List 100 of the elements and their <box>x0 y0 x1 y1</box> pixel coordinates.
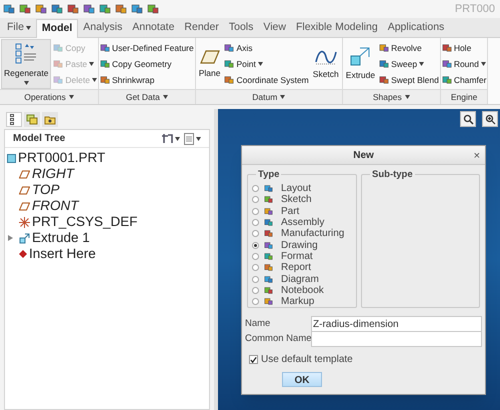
type-radio[interactable]: Markup <box>252 296 352 308</box>
expand-arrow-icon[interactable] <box>8 235 13 241</box>
radio-button[interactable] <box>252 196 259 204</box>
folder-tab-icon[interactable] <box>42 112 58 127</box>
ribbon-button[interactable]: Plane <box>196 39 222 89</box>
type-radio[interactable]: Format <box>252 250 352 262</box>
radio-button[interactable] <box>252 242 259 249</box>
tree-item[interactable]: Extrude 1 <box>5 230 209 246</box>
feature-icon <box>442 59 452 69</box>
feature-icon <box>53 43 64 53</box>
ribbon-tab[interactable]: Render <box>179 18 224 37</box>
radio-button[interactable] <box>252 252 259 260</box>
file-type-icon <box>264 218 273 228</box>
tree-label: Insert Here <box>29 246 96 262</box>
tree-item[interactable]: FRONT <box>5 198 209 214</box>
ribbon-tab[interactable]: Annotate <box>127 18 180 37</box>
tree-item[interactable]: Insert Here <box>5 246 209 262</box>
ribbon-button[interactable]: Swept Blend <box>379 72 439 88</box>
toolbar-icon <box>83 3 95 15</box>
type-radio[interactable]: Diagram <box>252 273 352 285</box>
ribbon-tab[interactable]: Applications <box>382 18 450 37</box>
ribbon-button[interactable]: Shrinkwrap <box>100 72 194 88</box>
panel-title: Model Tree <box>13 132 66 146</box>
group-label[interactable]: Engine <box>440 89 488 104</box>
feature-icon <box>224 43 234 53</box>
file-type-icon <box>264 286 273 295</box>
regenerate-icon <box>14 43 38 65</box>
radio-button[interactable] <box>252 298 259 306</box>
group-label[interactable]: Shapes <box>342 89 440 104</box>
ribbon-button[interactable]: Extrude <box>344 39 378 89</box>
ribbon-button[interactable]: Axis <box>224 40 309 56</box>
ribbon-tab[interactable]: File <box>2 18 36 37</box>
tree-item[interactable]: PRT_CSYS_DEF <box>5 214 209 230</box>
ok-button[interactable]: OK <box>282 372 322 387</box>
radio-button[interactable] <box>252 230 259 238</box>
toolbar-icon <box>51 3 63 15</box>
tree-item[interactable]: RIGHT <box>5 166 209 182</box>
ribbon-tab[interactable]: View <box>258 18 291 37</box>
type-radio[interactable]: Report <box>252 262 352 274</box>
group-label[interactable]: Datum <box>196 89 342 104</box>
ribbon-button[interactable]: Copy Geometry <box>100 56 194 72</box>
toolbar-icon <box>131 3 143 15</box>
type-radio[interactable]: Sketch <box>252 194 352 206</box>
radio-button[interactable] <box>252 208 259 215</box>
group-label[interactable]: Operations <box>0 89 98 104</box>
type-radio[interactable]: Assembly <box>252 216 352 228</box>
ribbon-tab[interactable]: Flexible Modeling <box>290 18 383 37</box>
ribbon-tab[interactable]: Analysis <box>78 18 128 37</box>
checkbox[interactable] <box>249 355 258 364</box>
ribbon-button[interactable]: Regenerate <box>1 39 52 89</box>
type-radio[interactable]: Part <box>252 206 352 217</box>
caret-icon <box>68 95 74 99</box>
ribbon-tab[interactable]: Tools <box>224 18 258 37</box>
type-radio[interactable]: Drawing <box>252 239 352 251</box>
radio-button[interactable] <box>252 286 259 294</box>
file-type-icon <box>264 195 273 204</box>
toolbar-icon <box>19 3 31 15</box>
feature-icon <box>100 75 110 85</box>
common-name-field[interactable] <box>311 331 482 347</box>
ribbon-button[interactable]: Sweep <box>379 56 439 72</box>
zoom-icon[interactable] <box>460 111 476 127</box>
type-radio[interactable]: Layout <box>252 183 352 194</box>
zoom-icon[interactable] <box>482 111 498 127</box>
tree-tab-icon[interactable] <box>6 112 22 127</box>
type-radio[interactable]: Manufacturing <box>252 228 352 240</box>
ribbon-button[interactable]: User-Defined Feature <box>100 40 194 56</box>
tree-label: FRONT <box>32 198 78 214</box>
ribbon-button[interactable]: Revolve <box>379 40 439 56</box>
feature-icon <box>100 59 110 69</box>
insert-icon <box>19 250 27 258</box>
toolbar-icon <box>99 3 111 15</box>
feature-icon <box>224 75 234 85</box>
tree-item[interactable]: TOP <box>5 182 209 198</box>
file-type-icon <box>264 274 273 284</box>
toolbar-icon <box>3 3 15 15</box>
radio-button[interactable] <box>252 219 259 226</box>
radio-button[interactable] <box>252 264 259 272</box>
caret-icon <box>162 95 168 99</box>
ribbon-button[interactable]: Sketch <box>310 39 341 89</box>
type-radio[interactable]: Notebook <box>252 284 352 296</box>
ribbon-button[interactable]: Chamfer <box>442 72 486 88</box>
tree-item[interactable]: PRT0001.PRT <box>5 150 209 166</box>
default-template-checkbox[interactable]: Use default template <box>242 352 485 367</box>
close-button[interactable]: × <box>474 148 480 164</box>
ribbon-button[interactable]: Round <box>442 56 486 72</box>
group-label[interactable]: Get Data <box>99 89 195 104</box>
radio-button[interactable] <box>252 276 259 283</box>
caret-icon <box>404 95 410 99</box>
ribbon-button[interactable]: Coordinate System <box>224 72 309 88</box>
feature-icon <box>53 75 64 85</box>
ribbon-button[interactable]: Hole <box>442 40 486 56</box>
plane-icon <box>200 49 220 65</box>
ribbon-tab[interactable]: Model <box>36 19 78 38</box>
field-label: Name <box>245 316 272 331</box>
name-field[interactable]: Z-radius-dimension <box>311 316 482 332</box>
layers-tab-icon[interactable] <box>24 112 40 127</box>
file-type-icon <box>264 240 273 250</box>
feature-icon <box>379 43 390 53</box>
radio-button[interactable] <box>252 185 259 192</box>
ribbon-button[interactable]: Point <box>224 56 309 72</box>
